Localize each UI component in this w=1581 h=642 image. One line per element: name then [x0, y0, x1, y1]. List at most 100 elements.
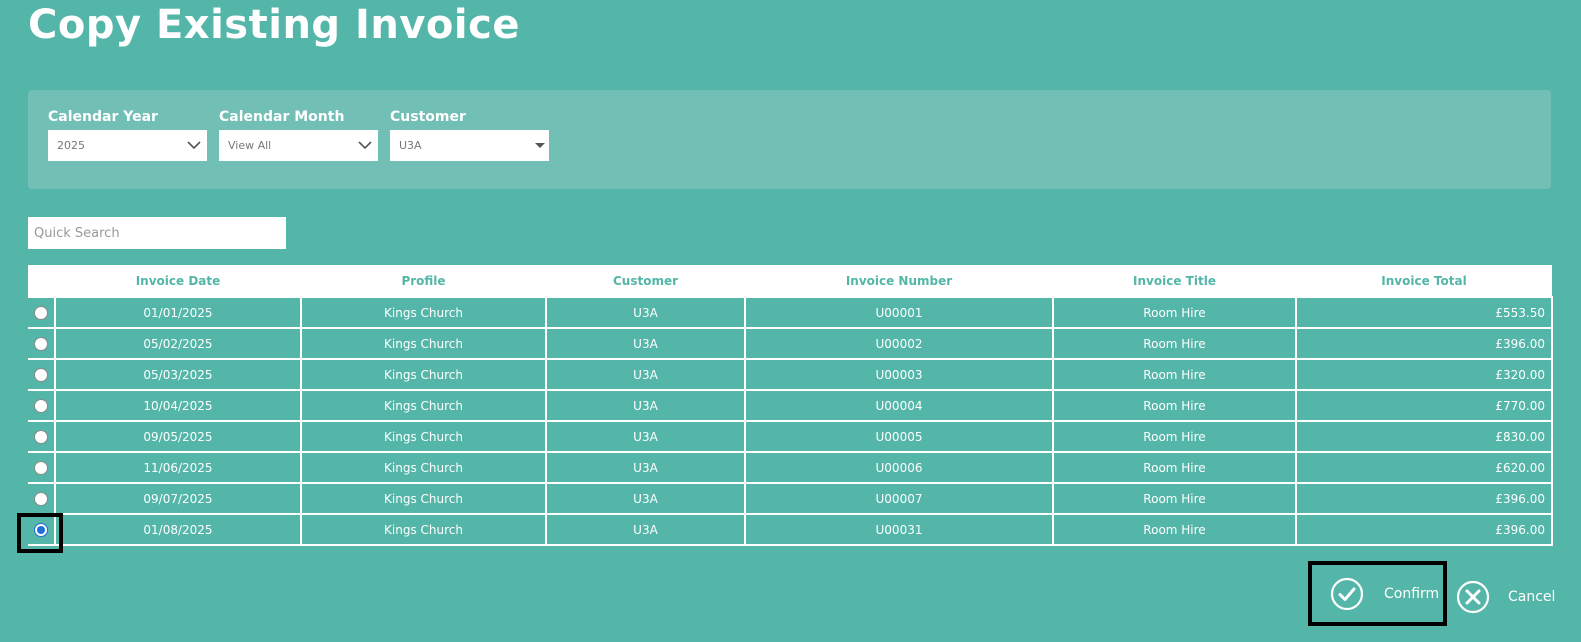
cell-profile: Kings Church — [300, 451, 547, 484]
table-row[interactable]: 10/04/2025 Kings Church U3A U00004 Room … — [28, 389, 1553, 422]
cell-customer: U3A — [545, 420, 746, 453]
cell-invoice-total: £396.00 — [1295, 327, 1553, 360]
cell-customer: U3A — [545, 389, 746, 422]
row-radio-selected[interactable] — [34, 522, 48, 537]
cell-profile: Kings Church — [300, 358, 547, 391]
cell-invoice-date: 11/06/2025 — [54, 451, 302, 484]
confirm-label: Confirm — [1384, 585, 1440, 602]
calendar-year-label: Calendar Year — [48, 109, 158, 125]
customer-label: Customer — [390, 109, 466, 125]
row-radio[interactable] — [34, 398, 48, 413]
cell-invoice-title: Room Hire — [1052, 513, 1297, 546]
customer-value: U3A — [399, 139, 422, 152]
cell-invoice-title: Room Hire — [1052, 420, 1297, 453]
cell-invoice-title: Room Hire — [1052, 451, 1297, 484]
check-circle-icon — [1330, 577, 1364, 611]
cell-invoice-total: £770.00 — [1295, 389, 1553, 422]
calendar-month-value: View All — [228, 139, 272, 152]
customer-filter: Customer U3A — [390, 108, 549, 161]
calendar-month-label: Calendar Month — [219, 109, 345, 125]
cell-invoice-date: 10/04/2025 — [54, 389, 302, 422]
header-profile[interactable]: Profile — [301, 265, 546, 297]
header-select — [28, 265, 55, 297]
table-row[interactable]: 09/05/2025 Kings Church U3A U00005 Room … — [28, 420, 1553, 453]
cell-invoice-number: U00007 — [744, 482, 1054, 515]
cell-invoice-date: 01/08/2025 — [54, 513, 302, 546]
header-invoice-total[interactable]: Invoice Total — [1296, 265, 1552, 297]
caret-down-icon — [535, 143, 545, 148]
cell-invoice-title: Room Hire — [1052, 389, 1297, 422]
row-select-cell — [28, 482, 56, 515]
cell-invoice-total: £396.00 — [1295, 482, 1553, 515]
cell-invoice-total: £320.00 — [1295, 358, 1553, 391]
row-select-cell — [28, 513, 56, 546]
cell-customer: U3A — [545, 482, 746, 515]
cell-invoice-date: 05/03/2025 — [54, 358, 302, 391]
row-radio[interactable] — [34, 429, 48, 444]
cell-invoice-number: U00002 — [744, 327, 1054, 360]
cell-profile: Kings Church — [300, 420, 547, 453]
cell-profile: Kings Church — [300, 389, 547, 422]
row-select-cell — [28, 451, 56, 484]
table-row[interactable]: 11/06/2025 Kings Church U3A U00006 Room … — [28, 451, 1553, 484]
header-invoice-date[interactable]: Invoice Date — [55, 265, 301, 297]
calendar-month-select[interactable]: View All — [219, 130, 378, 161]
cell-profile: Kings Church — [300, 482, 547, 515]
cell-invoice-number: U00001 — [744, 296, 1054, 329]
cell-invoice-date: 09/05/2025 — [54, 420, 302, 453]
cell-invoice-date: 05/02/2025 — [54, 327, 302, 360]
cancel-button[interactable]: Cancel — [1456, 580, 1555, 614]
cell-profile: Kings Church — [300, 296, 547, 329]
cell-invoice-title: Room Hire — [1052, 296, 1297, 329]
cell-invoice-number: U00005 — [744, 420, 1054, 453]
chevron-down-icon — [187, 141, 201, 150]
cell-invoice-date: 09/07/2025 — [54, 482, 302, 515]
cell-customer: U3A — [545, 358, 746, 391]
quick-search-input[interactable] — [28, 217, 286, 249]
chevron-down-icon — [358, 141, 372, 150]
cell-customer: U3A — [545, 513, 746, 546]
table-row[interactable]: 01/01/2025 Kings Church U3A U00001 Room … — [28, 296, 1553, 329]
row-select-cell — [28, 327, 56, 360]
header-invoice-number[interactable]: Invoice Number — [745, 265, 1053, 297]
cancel-label: Cancel — [1508, 589, 1556, 605]
cell-invoice-number: U00003 — [744, 358, 1054, 391]
row-select-cell — [28, 420, 56, 453]
close-circle-icon — [1456, 580, 1490, 614]
cell-invoice-total: £620.00 — [1295, 451, 1553, 484]
customer-select[interactable]: U3A — [390, 130, 549, 161]
confirm-button[interactable]: Confirm — [1308, 561, 1447, 626]
calendar-year-value: 2025 — [57, 139, 85, 152]
cell-invoice-number: U00004 — [744, 389, 1054, 422]
row-select-cell — [28, 358, 56, 391]
table-row[interactable]: 09/07/2025 Kings Church U3A U00007 Room … — [28, 482, 1553, 515]
cell-invoice-title: Room Hire — [1052, 482, 1297, 515]
cell-invoice-number: U00031 — [744, 513, 1054, 546]
calendar-year-select[interactable]: 2025 — [48, 130, 207, 161]
cell-invoice-title: Room Hire — [1052, 358, 1297, 391]
cell-profile: Kings Church — [300, 513, 547, 546]
row-radio[interactable] — [34, 336, 48, 351]
calendar-month-filter: Calendar Month View All — [219, 108, 378, 161]
row-radio[interactable] — [34, 460, 48, 475]
cell-profile: Kings Church — [300, 327, 547, 360]
row-radio[interactable] — [34, 367, 48, 382]
cell-customer: U3A — [545, 451, 746, 484]
filter-panel: Calendar Year 2025 Calendar Month View A… — [28, 90, 1551, 189]
table-row[interactable]: 01/08/2025 Kings Church U3A U00031 Room … — [28, 513, 1553, 546]
table-header-row: Invoice Date Profile Customer Invoice Nu… — [28, 265, 1552, 297]
cell-invoice-date: 01/01/2025 — [54, 296, 302, 329]
row-select-cell — [28, 296, 56, 329]
header-invoice-title[interactable]: Invoice Title — [1053, 265, 1296, 297]
cell-customer: U3A — [545, 296, 746, 329]
row-radio[interactable] — [34, 491, 48, 506]
page-title: Copy Existing Invoice — [28, 2, 520, 48]
cell-invoice-total: £830.00 — [1295, 420, 1553, 453]
calendar-year-filter: Calendar Year 2025 — [48, 108, 207, 161]
table-row[interactable]: 05/02/2025 Kings Church U3A U00002 Room … — [28, 327, 1553, 360]
invoice-table: Invoice Date Profile Customer Invoice Nu… — [28, 265, 1553, 546]
table-row[interactable]: 05/03/2025 Kings Church U3A U00003 Room … — [28, 358, 1553, 391]
header-customer[interactable]: Customer — [546, 265, 745, 297]
row-radio[interactable] — [34, 305, 48, 320]
cell-customer: U3A — [545, 327, 746, 360]
